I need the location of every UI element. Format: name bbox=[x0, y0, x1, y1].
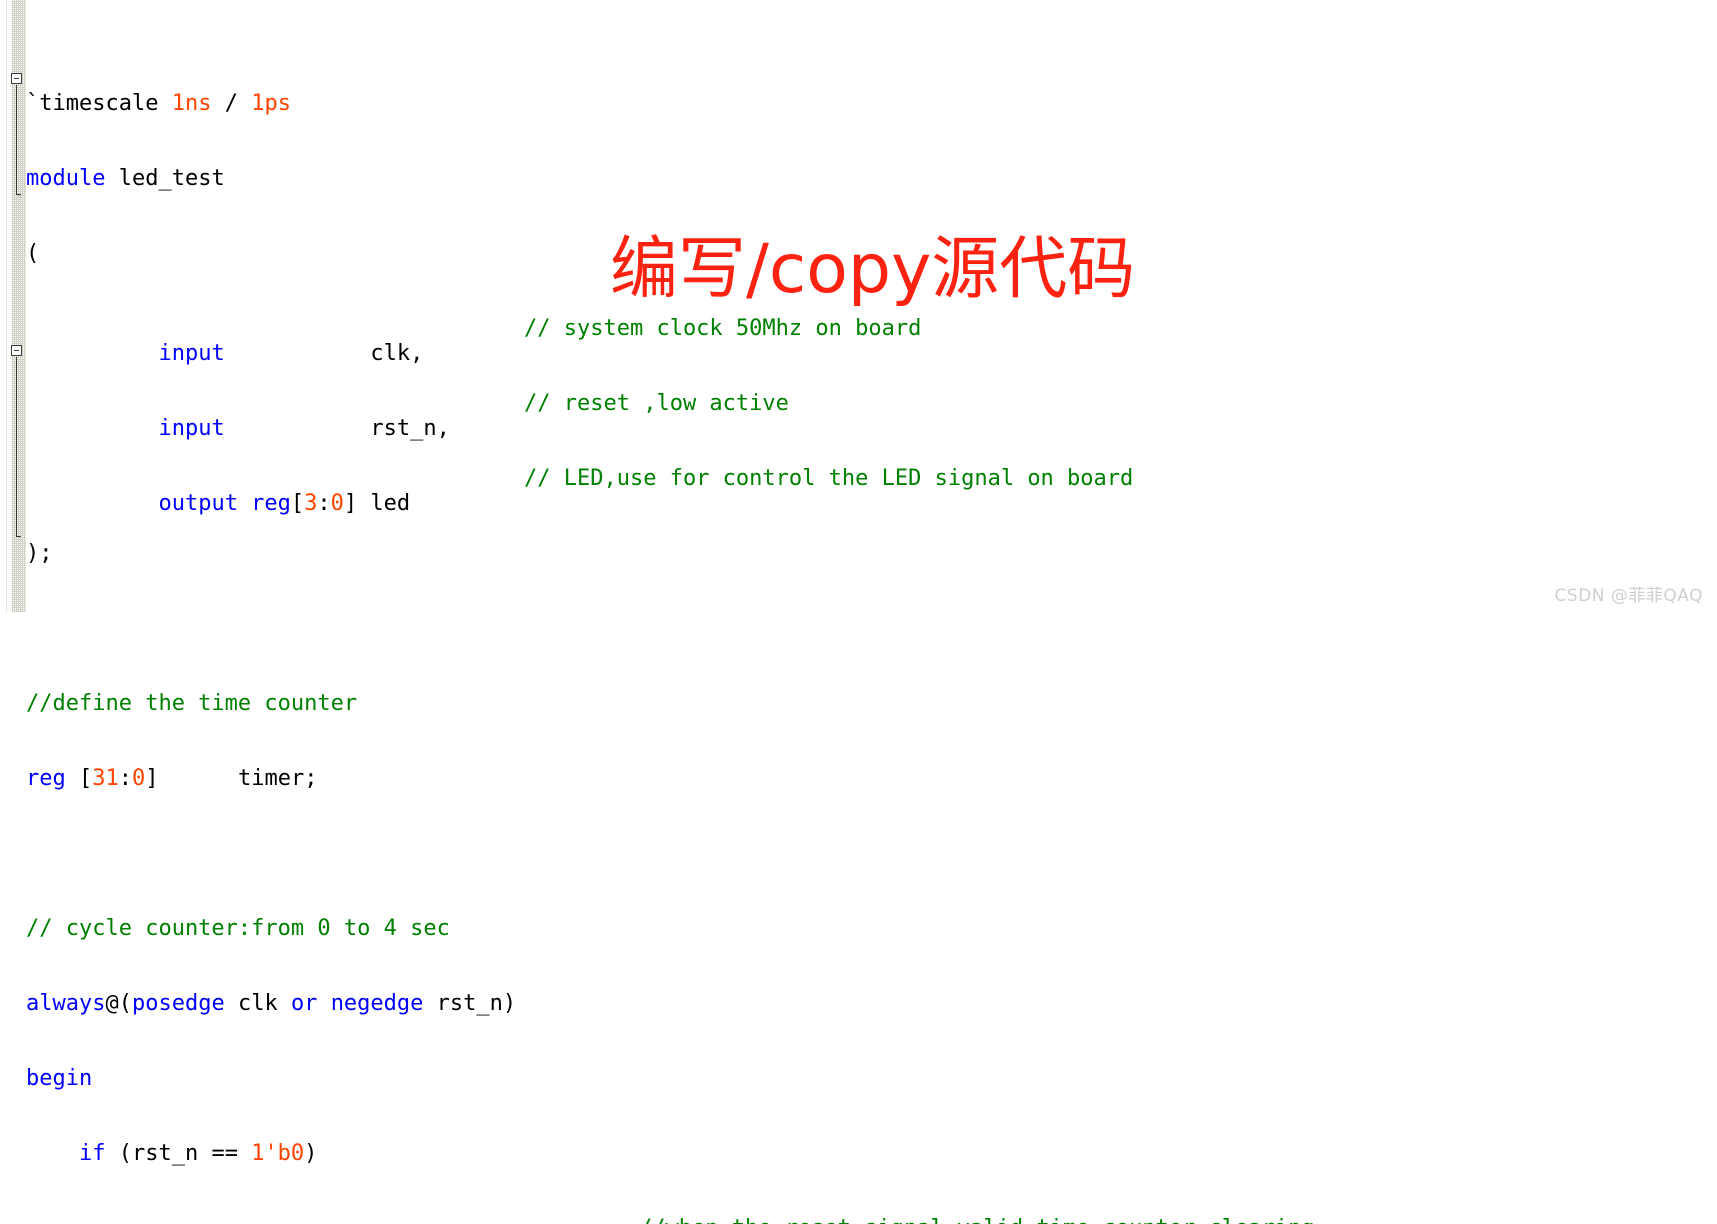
code-line[interactable]: timer <= 32'd0; //when the reset signal … bbox=[26, 1216, 1717, 1224]
gutter-edge-line bbox=[6, 0, 7, 612]
fold-range-always-block bbox=[16, 357, 21, 537]
code-token: negedge bbox=[330, 991, 424, 1016]
csdn-watermark: CSDN @菲菲QAQ bbox=[1554, 586, 1703, 606]
code-token: ); bbox=[26, 541, 53, 566]
code-line[interactable]: input clk, // system clock 50Mhz on boar… bbox=[26, 316, 1717, 366]
code-line[interactable]: input rst_n, // reset ,low active bbox=[26, 391, 1717, 441]
code-line[interactable]: module led_test bbox=[26, 166, 1717, 191]
code-token: rst_n) bbox=[423, 991, 517, 1016]
code-token: output reg bbox=[158, 491, 291, 516]
code-token: ) bbox=[304, 1141, 318, 1166]
code-token: module bbox=[26, 166, 106, 191]
code-token: begin bbox=[26, 1066, 93, 1091]
code-line-tokens: input clk, bbox=[105, 341, 423, 366]
code-token: reg bbox=[26, 766, 66, 791]
code-token: clk bbox=[224, 991, 291, 1016]
code-token: always bbox=[26, 991, 106, 1016]
inline-comment: // system clock 50Mhz on board bbox=[524, 316, 922, 341]
code-line-tokens: //define the time counter bbox=[26, 691, 357, 716]
code-token: 3 bbox=[304, 491, 318, 516]
code-token: 31 bbox=[92, 766, 119, 791]
code-token: (rst_n == bbox=[105, 1141, 252, 1166]
code-token: 1ns bbox=[171, 91, 212, 116]
code-line-tokens: reg [31:0] timer; bbox=[26, 766, 317, 791]
code-token: : bbox=[317, 491, 331, 516]
fold-toggle-portlist[interactable] bbox=[11, 73, 22, 84]
gutter-texture bbox=[12, 0, 26, 612]
code-token: 0 bbox=[132, 766, 146, 791]
code-token: [ bbox=[65, 766, 93, 791]
fold-toggle-always-block[interactable] bbox=[11, 345, 22, 356]
code-token: input bbox=[158, 416, 225, 441]
code-line[interactable]: always@(posedge clk or negedge rst_n) bbox=[26, 991, 1717, 1016]
code-token: or bbox=[290, 991, 318, 1016]
inline-comment: // reset ,low active bbox=[524, 391, 789, 416]
code-token: [ bbox=[290, 491, 305, 516]
code-line-tokens: ( bbox=[26, 241, 39, 266]
code-token: ] timer; bbox=[145, 766, 318, 791]
code-line-tokens: begin bbox=[26, 1066, 92, 1091]
code-line[interactable]: ); bbox=[26, 541, 1717, 566]
code-token: led_test bbox=[105, 166, 225, 191]
code-line-tokens: always@(posedge clk or negedge rst_n) bbox=[26, 991, 516, 1016]
code-line-tokens: output reg[3:0] led bbox=[105, 491, 410, 516]
annotation-overlay-text: 编写/copy源代码 bbox=[610, 230, 1136, 309]
code-token: : bbox=[118, 766, 132, 791]
code-token: if bbox=[78, 1141, 106, 1166]
code-line-tokens: input rst_n, bbox=[105, 416, 449, 441]
inline-comment: // LED,use for control the LED signal on… bbox=[524, 466, 1134, 491]
code-token: ( bbox=[26, 241, 40, 266]
inline-comment: //when the reset signal valid,time count… bbox=[639, 1216, 1315, 1224]
code-token: `timescale bbox=[26, 91, 172, 116]
code-line[interactable]: `timescale 1ns / 1ps bbox=[26, 91, 1717, 116]
code-line-tokens: ); bbox=[26, 541, 53, 566]
code-line[interactable]: output reg[3:0] led // LED,use for contr… bbox=[26, 466, 1717, 516]
code-line-blank[interactable] bbox=[26, 616, 1717, 641]
code-line-tokens: if (rst_n == 1'b0) bbox=[26, 1141, 317, 1166]
code-line[interactable]: if (rst_n == 1'b0) bbox=[26, 1141, 1717, 1166]
code-line-blank[interactable] bbox=[26, 841, 1717, 866]
code-line-tokens: module led_test bbox=[26, 166, 225, 191]
code-line-tokens: `timescale 1ns / 1ps bbox=[26, 91, 291, 116]
code-line-tokens: // cycle counter:from 0 to 4 sec bbox=[26, 916, 450, 941]
code-token: 1ps bbox=[251, 91, 291, 116]
code-token: posedge bbox=[131, 991, 225, 1016]
code-line[interactable]: begin bbox=[26, 1066, 1717, 1091]
fold-range-portlist bbox=[16, 85, 21, 195]
code-token: // cycle counter:from 0 to 4 sec bbox=[26, 916, 450, 941]
code-line[interactable]: // cycle counter:from 0 to 4 sec bbox=[26, 916, 1717, 941]
editor-gutter[interactable] bbox=[0, 0, 26, 612]
code-token: clk, bbox=[224, 341, 424, 366]
code-token: @( bbox=[105, 991, 132, 1016]
code-token: input bbox=[158, 341, 225, 366]
code-token: 0 bbox=[330, 491, 344, 516]
code-token: rst_n, bbox=[224, 416, 450, 441]
code-line[interactable]: //define the time counter bbox=[26, 691, 1717, 716]
code-line[interactable]: reg [31:0] timer; bbox=[26, 766, 1717, 791]
code-token: 1'b0 bbox=[251, 1141, 305, 1166]
code-token: //define the time counter bbox=[26, 691, 358, 716]
code-token: ] led bbox=[343, 491, 411, 516]
code-token: / bbox=[211, 91, 252, 116]
